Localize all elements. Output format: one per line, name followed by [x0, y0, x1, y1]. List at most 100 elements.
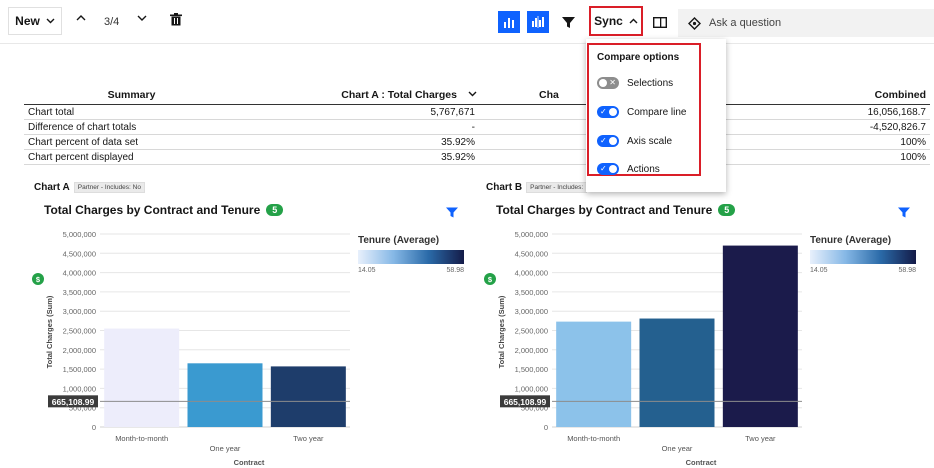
chart-a-plot: 0500,0001,000,0001,500,0002,000,0002,500…: [32, 230, 350, 467]
summary-header: Summary: [24, 88, 239, 105]
y-tick-label: 1,500,000: [515, 365, 548, 374]
legend-gradient: [810, 250, 916, 264]
next-page-button[interactable]: [137, 12, 147, 26]
chart-tag-label: Chart A: [34, 182, 70, 193]
bar-chart-icon: [504, 18, 514, 28]
summary-header-row: Summary Chart A : Total Charges Cha Comb…: [24, 88, 930, 105]
x-tick-label: One year: [662, 444, 693, 453]
compare-options-box: Compare options ✕ Selections ✓ Compare l…: [587, 43, 701, 176]
combined-value: -4,520,826.7: [719, 119, 930, 135]
count-badge[interactable]: 5: [266, 204, 284, 216]
table-row: Chart percent of data set 35.92% 100%: [24, 134, 930, 150]
filter-chip[interactable]: Partner - Includes: No: [73, 182, 145, 193]
compare-view-button[interactable]: [527, 11, 549, 33]
sync-button[interactable]: Sync: [589, 6, 643, 36]
legend-range: 14.05 58.98: [358, 267, 464, 274]
axis-scale-toggle[interactable]: ✓: [597, 135, 619, 147]
filter-chip[interactable]: Partner - Includes:: [526, 182, 588, 193]
table-row: Difference of chart totals - -4,520,826.…: [24, 119, 930, 135]
chevron-up-icon: [76, 15, 86, 21]
y-tick-label: 0: [544, 423, 548, 432]
chart-legend: Tenure (Average) 14.05 58.98: [810, 235, 920, 274]
assistant-icon: [688, 16, 701, 30]
chart-a-tag: Chart A Partner - Includes: No: [34, 182, 145, 193]
option-actions[interactable]: ✓ Actions: [597, 163, 660, 175]
combined-value: 16,056,168.7: [719, 104, 930, 120]
chevron-down-icon: [137, 15, 147, 21]
chart-title: Total Charges by Contract and Tenure 5: [44, 203, 284, 217]
y-tick-label: 2,000,000: [515, 346, 548, 355]
y-tick-label: 1,500,000: [63, 365, 96, 374]
panel-toggle-button[interactable]: [649, 11, 671, 33]
legend-title: Tenure (Average): [810, 235, 892, 246]
ask-question-input[interactable]: Ask a question: [678, 9, 934, 37]
option-selections[interactable]: ✕ Selections: [597, 77, 673, 89]
legend-min: 14.05: [810, 267, 828, 274]
table-row: Chart total 5,767,671 16,056,168.7: [24, 104, 930, 120]
x-tick-label: Month-to-month: [567, 434, 620, 443]
y-tick-label: 1,000,000: [515, 384, 548, 393]
chart-a-value: 35.92%: [239, 149, 479, 165]
combined-value: 100%: [719, 134, 930, 150]
y-tick-label: 3,500,000: [63, 288, 96, 297]
y-tick-label: 2,500,000: [63, 327, 96, 336]
bar: [187, 363, 263, 427]
chart-a-header-label: Chart A : Total Charges: [341, 89, 457, 101]
option-compare-line[interactable]: ✓ Compare line: [597, 106, 686, 118]
chart-b-panel: 0 500,000 1,000,000 1,500,000 2,000,000 2,500…: [476, 178, 916, 468]
legend-max: 58.98: [898, 267, 916, 274]
option-label: Actions: [627, 163, 660, 175]
ask-placeholder: Ask a question: [709, 17, 782, 29]
compare-line-toggle[interactable]: ✓: [597, 106, 619, 118]
bar: [722, 245, 798, 427]
delete-button[interactable]: [170, 13, 182, 31]
toggle-knob: [609, 137, 617, 145]
filter-button[interactable]: [557, 11, 579, 33]
y-tick-label: 2,500,000: [515, 327, 548, 336]
legend-max: 58.98: [446, 267, 464, 274]
chart-filter-button[interactable]: [898, 205, 910, 223]
previous-page-button[interactable]: [76, 12, 86, 26]
combined-value: 100%: [719, 149, 930, 165]
table-row: Chart percent displayed 35.92% 100%: [24, 149, 930, 165]
count-badge[interactable]: 5: [718, 204, 736, 216]
row-label: Chart percent of data set: [24, 134, 239, 150]
chart-view-button[interactable]: [498, 11, 520, 33]
filter-icon: [561, 16, 575, 28]
bar: [556, 321, 632, 427]
chart-title-text: Total Charges by Contract and Tenure: [44, 203, 261, 217]
chart-legend: Tenure (Average) 14.05 58.98: [358, 235, 468, 274]
chart-b-tag: Chart B Partner - Includes:: [486, 182, 588, 193]
page-count: 3/4: [104, 16, 120, 28]
filter-icon: [446, 207, 458, 218]
chart-filter-button[interactable]: [446, 205, 458, 223]
toggle-off-icon: ✕: [609, 78, 616, 87]
legend-gradient: [358, 250, 464, 264]
legend-title: Tenure (Average): [358, 235, 440, 246]
selections-toggle[interactable]: ✕: [597, 77, 619, 89]
bar: [104, 328, 180, 427]
row-label: Chart total: [24, 104, 239, 120]
compare-options-title: Compare options: [597, 52, 680, 63]
compare-line-value: 665,108.99: [52, 397, 95, 407]
y-tick-label: 4,500,000: [63, 249, 96, 258]
toolbar: New 3/4 Sync Ask a question: [0, 0, 934, 44]
legend-range: 14.05 58.98: [810, 267, 916, 274]
actions-toggle[interactable]: ✓: [597, 163, 619, 175]
y-tick-label: 3,000,000: [515, 307, 548, 316]
option-axis-scale[interactable]: ✓ Axis scale: [597, 135, 672, 147]
summary-table: Summary Chart A : Total Charges Cha Comb…: [24, 88, 930, 165]
y-tick-label: 1,000,000: [63, 384, 96, 393]
y-axis-title: Total Charges (Sum): [497, 295, 506, 368]
checkmark-icon: ✓: [600, 136, 607, 145]
bar: [270, 366, 346, 427]
legend-min: 14.05: [358, 267, 376, 274]
compare-chart-icon: [532, 16, 544, 28]
new-button[interactable]: New: [8, 7, 62, 35]
checkmark-icon: ✓: [600, 107, 607, 116]
chart-tag-label: Chart B: [486, 182, 523, 193]
chart-title: Total Charges by Contract and Tenure 5: [496, 203, 736, 217]
chart-a-column-header[interactable]: Chart A : Total Charges: [239, 88, 479, 105]
option-label: Selections: [627, 77, 674, 89]
chart-a-value: -: [239, 119, 479, 135]
